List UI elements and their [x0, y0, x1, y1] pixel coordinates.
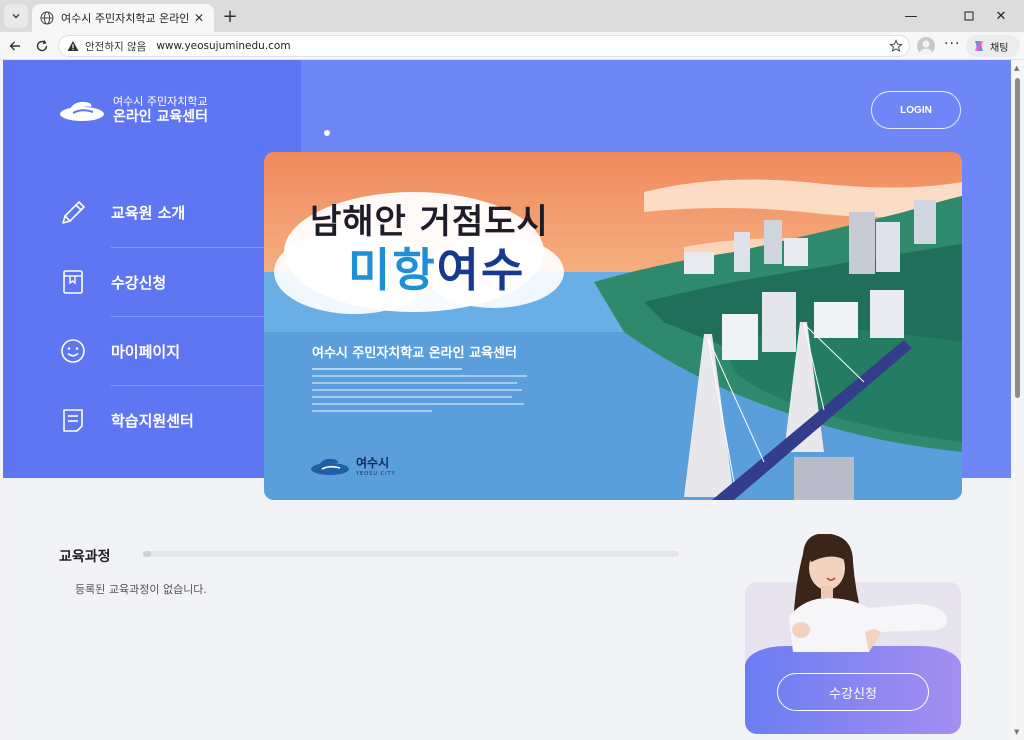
close-window-button[interactable]: ✕	[978, 0, 1024, 32]
book-icon	[63, 270, 83, 294]
sidebar-item-label: 수강신청	[111, 273, 167, 292]
slogan-part-1: 미항	[348, 243, 437, 297]
yeosu-city-logo-icon	[311, 458, 349, 475]
profile-avatar[interactable]	[917, 37, 935, 55]
scroll-down-icon[interactable]: ▼	[1014, 728, 1019, 736]
new-tab-button[interactable]: +	[220, 6, 240, 27]
chevron-down-icon	[12, 14, 20, 19]
url-input[interactable]: 안전하지 않음 www.yeosujuminedu.com	[58, 35, 910, 57]
slider-indicator-dot[interactable]	[324, 130, 330, 136]
close-tab-icon[interactable]: ✕	[192, 11, 206, 25]
back-button[interactable]	[4, 35, 26, 57]
reload-button[interactable]	[31, 35, 53, 57]
scroll-up-icon[interactable]: ▲	[1014, 64, 1019, 72]
logo-line2: 온라인 교육센터	[113, 108, 209, 125]
hero-banner[interactable]: 남해안 거점도시 미항여수 여수시 주민자치학교 온라인 교육센터 여수시 YE…	[264, 152, 962, 500]
sidebar-item-label: 학습지원센터	[111, 411, 194, 430]
sidebar-menu: 교육원 소개 수강신청 마이페이지 학습지원센터	[57, 178, 267, 454]
sidebar-item-label: 마이페이지	[111, 342, 181, 361]
tab-list-button[interactable]	[4, 4, 28, 28]
promo-person-illustration	[789, 534, 947, 652]
pencil-icon	[62, 200, 85, 224]
copilot-button[interactable]: 채팅	[966, 35, 1020, 57]
empty-courses-message: 등록된 교육과정이 없습니다.	[75, 583, 207, 596]
minimize-button[interactable]: —	[888, 0, 934, 32]
warning-icon	[67, 41, 79, 51]
copilot-label: 채팅	[990, 42, 1009, 54]
page-viewport: 여수시 주민자치학교 온라인 교육센터 교육원 소개 수강신청 마이페이지 학습…	[3, 60, 1011, 740]
address-bar: 안전하지 않음 www.yeosujuminedu.com ··· 채팅	[0, 32, 1024, 60]
document-icon	[63, 409, 83, 432]
browser-tab[interactable]: 여수시 주민자치학교 온라인 교육 ✕	[32, 4, 214, 32]
star-icon[interactable]	[889, 39, 903, 53]
yeosu-city-logo: 여수시 YEOSU CITY	[310, 454, 396, 477]
sidebar-item-mypage[interactable]: 마이페이지	[61, 316, 267, 385]
url-text: www.yeosujuminedu.com	[156, 40, 291, 52]
banner-fine-print	[312, 368, 532, 416]
section-title: 교육과정	[59, 549, 111, 565]
more-menu-button[interactable]: ···	[944, 36, 960, 52]
reload-icon	[36, 40, 48, 52]
course-slider-handle[interactable]	[143, 551, 151, 557]
yeosu-logo-icon	[60, 102, 104, 122]
city-name: 여수시	[356, 456, 390, 470]
site-logo[interactable]: 여수시 주민자치학교 온라인 교육센터	[59, 95, 209, 125]
logo-line1: 여수시 주민자치학교	[113, 95, 208, 108]
security-status[interactable]: 안전하지 않음	[85, 39, 146, 54]
sidebar-item-label: 교육원 소개	[111, 204, 186, 222]
banner-slogan: 미항여수	[348, 234, 525, 300]
sidebar-item-enroll[interactable]: 수강신청	[63, 247, 267, 316]
tab-title: 여수시 주민자치학교 온라인 교육	[61, 12, 188, 25]
page-scrollbar[interactable]: ▲ ▼	[1011, 60, 1024, 740]
person-icon	[920, 40, 932, 55]
banner-subtitle: 여수시 주민자치학교 온라인 교육센터	[312, 346, 517, 361]
login-button[interactable]: LOGIN	[871, 91, 961, 129]
smiley-icon	[61, 339, 85, 363]
maximize-icon	[964, 11, 974, 21]
arrow-left-icon	[9, 41, 20, 51]
globe-icon	[40, 11, 54, 25]
course-slider-track[interactable]	[143, 551, 679, 557]
sidebar-item-about[interactable]: 교육원 소개	[57, 178, 267, 247]
slogan-part-2: 여수	[436, 243, 526, 297]
browser-tab-bar: 여수시 주민자치학교 온라인 교육 ✕ + — ✕	[0, 0, 1024, 32]
fine-print-lines	[312, 368, 527, 412]
scrollbar-thumb[interactable]	[1015, 78, 1020, 398]
copilot-icon	[975, 41, 983, 51]
city-name-en: YEOSU CITY	[356, 471, 396, 477]
sidebar-item-support[interactable]: 학습지원센터	[63, 385, 267, 454]
enroll-button[interactable]: 수강신청	[777, 673, 929, 711]
